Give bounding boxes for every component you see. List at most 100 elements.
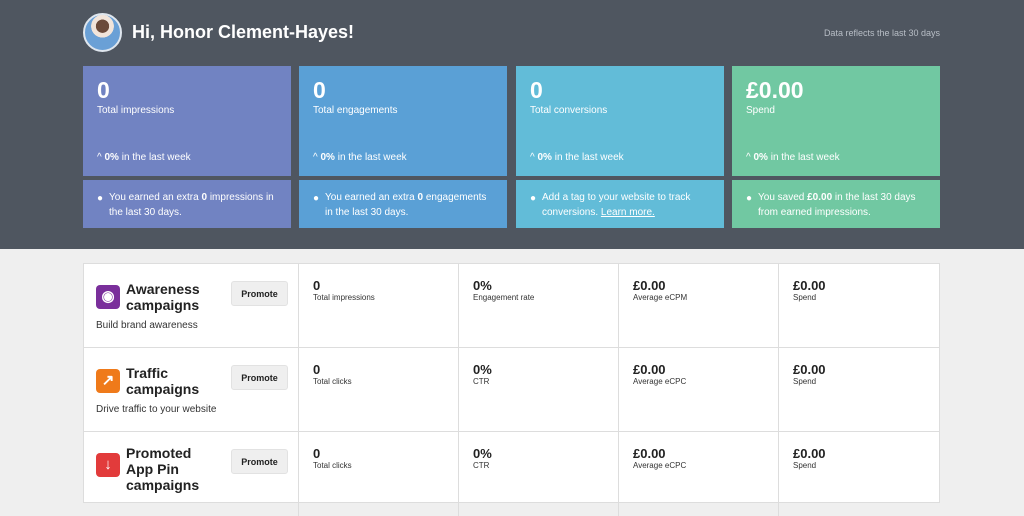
metric-value: 0% xyxy=(473,446,492,461)
tip-pre: You earned an extra xyxy=(109,192,202,203)
stat-card-impressions: 0 Total impressions ^ 0% in the last wee… xyxy=(83,66,291,228)
metric-label: Total clicks xyxy=(313,377,352,386)
metric-cell: £0.00 Average eCPC xyxy=(619,432,779,516)
stat-card-main: 0 Total impressions ^ 0% in the last wee… xyxy=(83,66,291,176)
trend-text: in the last week xyxy=(551,152,624,163)
campaign-table: ◉ Awareness campaigns Build brand awaren… xyxy=(83,263,940,516)
metric-cell: £0.00 Spend xyxy=(779,432,939,516)
metric-label: Spend xyxy=(793,293,817,302)
campaign-name[interactable]: Awareness campaigns xyxy=(126,281,221,313)
arrow-up-right-icon: ↗ xyxy=(96,369,120,393)
stat-value: 0 xyxy=(313,77,326,103)
stat-trend: ^ 0% in the last week xyxy=(97,152,191,163)
trend-text: in the last week xyxy=(767,152,840,163)
metric-cell: 0% CTR xyxy=(459,432,619,516)
trend-percent: 0% xyxy=(104,152,119,163)
lightbulb-icon: ● xyxy=(97,193,104,204)
stat-trend: ^ 0% in the last week xyxy=(530,152,624,163)
metric-value: £0.00 xyxy=(633,278,666,293)
stat-value: 0 xyxy=(97,77,110,103)
metric-value: 0% xyxy=(473,278,492,293)
learn-more-link[interactable]: Learn more. xyxy=(601,207,655,218)
tip-pre: You earned an extra xyxy=(325,192,418,203)
metric-value: £0.00 xyxy=(633,362,666,377)
chevron-up-icon: ^ xyxy=(313,152,318,163)
trend-percent: 0% xyxy=(753,152,768,163)
lightbulb-icon: ● xyxy=(746,193,753,204)
stat-card-main: £0.00 Spend ^ 0% in the last week xyxy=(732,66,940,176)
stat-card-conversions: 0 Total conversions ^ 0% in the last wee… xyxy=(516,66,724,228)
tip-text: ● You saved £0.00 in the last 30 days fro… xyxy=(746,190,926,220)
tip-text: ● You earned an extra 0 impressions in th… xyxy=(97,190,277,220)
stat-card-tip: ● You earned an extra 0 engagements in th… xyxy=(299,180,507,228)
stat-card-engagements: 0 Total engagements ^ 0% in the last wee… xyxy=(299,66,507,228)
trend-percent: 0% xyxy=(320,152,335,163)
stat-value: £0.00 xyxy=(746,77,804,103)
stat-card-main: 0 Total conversions ^ 0% in the last wee… xyxy=(516,66,724,176)
chevron-up-icon: ^ xyxy=(530,152,535,163)
metric-cell: £0.00 Average eCPM xyxy=(619,264,779,347)
campaign-name[interactable]: Promoted App Pin campaigns xyxy=(126,445,221,493)
metric-label: Total impressions xyxy=(313,293,375,302)
tip-bold: £0.00 xyxy=(807,192,833,203)
metric-cell: £0.00 Average eCPC xyxy=(619,348,779,431)
metric-value: £0.00 xyxy=(793,362,826,377)
campaign-summary: ◉ Awareness campaigns Build brand awaren… xyxy=(84,264,299,347)
metric-cell: £0.00 Spend xyxy=(779,264,939,347)
campaign-row-awareness: ◉ Awareness campaigns Build brand awaren… xyxy=(84,264,939,348)
tip-text: ● You earned an extra 0 engagements in th… xyxy=(313,190,493,220)
metric-label: Average eCPC xyxy=(633,377,687,386)
stat-label: Total engagements xyxy=(313,105,398,116)
chevron-up-icon: ^ xyxy=(97,152,102,163)
metric-value: 0 xyxy=(313,278,321,293)
metric-label: CTR xyxy=(473,377,490,386)
stat-card-main: 0 Total engagements ^ 0% in the last wee… xyxy=(299,66,507,176)
stat-trend: ^ 0% in the last week xyxy=(313,152,407,163)
metric-label: Spend xyxy=(793,377,817,386)
greeting-title: Hi, Honor Clement-Hayes! xyxy=(132,22,355,42)
trend-text: in the last week xyxy=(334,152,407,163)
lightbulb-icon: ● xyxy=(530,193,537,204)
trend-percent: 0% xyxy=(537,152,552,163)
metric-label: CTR xyxy=(473,461,490,470)
metric-value: 0 xyxy=(313,446,321,461)
campaign-description: Drive traffic to your website xyxy=(96,404,217,415)
metric-label: Average eCPM xyxy=(633,293,688,302)
metric-value: £0.00 xyxy=(793,278,826,293)
stat-value: 0 xyxy=(530,77,543,103)
stat-label: Total impressions xyxy=(97,105,175,116)
metric-cell: 0% Engagement rate xyxy=(459,264,619,347)
metric-value: £0.00 xyxy=(633,446,666,461)
metric-cell: 0% CTR xyxy=(459,348,619,431)
stat-card-tip: ● Add a tag to your website to track conv… xyxy=(516,180,724,228)
metric-label: Spend xyxy=(793,461,817,470)
campaign-summary: ↓ Promoted App Pin campaigns Promote xyxy=(84,432,299,516)
stat-card-spend: £0.00 Spend ^ 0% in the last week ● You s… xyxy=(732,66,940,228)
tip-text: ● Add a tag to your website to track conv… xyxy=(530,190,710,220)
tip-pre: You saved xyxy=(758,192,808,203)
chevron-up-icon: ^ xyxy=(746,152,751,163)
metric-label: Engagement rate xyxy=(473,293,535,302)
promote-button[interactable]: Promote xyxy=(231,281,288,306)
metric-value: 0% xyxy=(473,362,492,377)
metric-cell: £0.00 Spend xyxy=(779,348,939,431)
campaign-description: Build brand awareness xyxy=(96,320,198,331)
stat-label: Spend xyxy=(746,105,775,116)
avatar[interactable] xyxy=(83,13,122,52)
trend-text: in the last week xyxy=(118,152,191,163)
campaign-summary: ↗ Traffic campaigns Drive traffic to you… xyxy=(84,348,299,431)
metric-label: Total clicks xyxy=(313,461,352,470)
stat-label: Total conversions xyxy=(530,105,608,116)
metric-cell: 0 Total clicks xyxy=(299,348,459,431)
download-icon: ↓ xyxy=(96,453,120,477)
promote-button[interactable]: Promote xyxy=(231,365,288,390)
eye-icon: ◉ xyxy=(96,285,120,309)
campaign-row-app-pin: ↓ Promoted App Pin campaigns Promote 0 To… xyxy=(84,432,939,516)
metric-cell: 0 Total clicks xyxy=(299,432,459,516)
metric-value: £0.00 xyxy=(793,446,826,461)
dashboard-header: Hi, Honor Clement-Hayes! Data reflects t… xyxy=(0,0,1024,249)
data-range-note: Data reflects the last 30 days xyxy=(823,28,940,38)
campaign-name[interactable]: Traffic campaigns xyxy=(126,365,221,397)
promote-button[interactable]: Promote xyxy=(231,449,288,474)
stat-card-tip: ● You saved £0.00 in the last 30 days fro… xyxy=(732,180,940,228)
